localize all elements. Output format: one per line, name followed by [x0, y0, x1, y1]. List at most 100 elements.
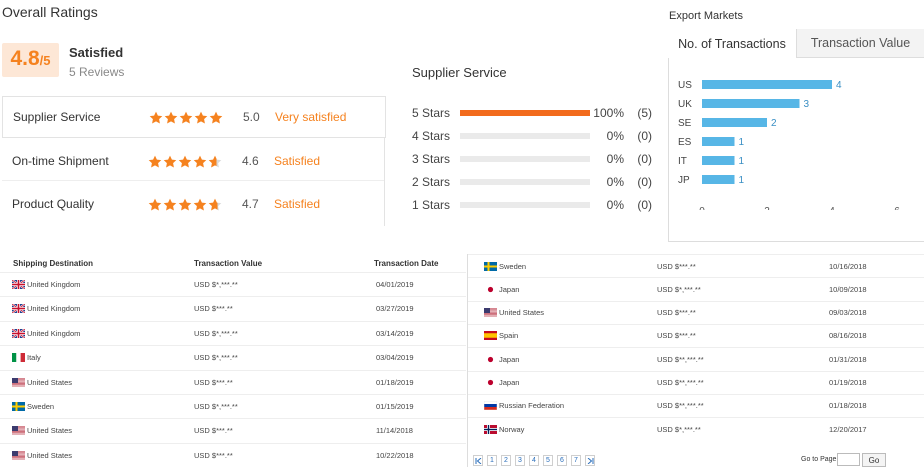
destination-cell: Russian Federation — [484, 395, 564, 417]
destination-name: United Kingdom — [27, 328, 81, 338]
table-row: Norway USD $*,***.** 12/20/2017 — [468, 417, 924, 440]
overall-score: 4.8 — [10, 47, 40, 70]
table-row: United States USD $***.** 11/14/2018 — [0, 418, 466, 442]
first-page-button[interactable] — [473, 455, 483, 466]
chart-category-label: JP — [678, 175, 690, 186]
page-5-button[interactable]: 5 — [543, 455, 553, 466]
table-row: Spain USD $***.** 08/16/2018 — [468, 323, 924, 347]
date-cell: 10/22/2018 — [376, 450, 414, 460]
destination-name: United Kingdom — [27, 304, 81, 314]
table-row: Japan USD $**,***.** 01/31/2018 — [468, 347, 924, 370]
rating-score: 5.0 — [243, 110, 260, 124]
star-breakdown-row: 5 Stars 100% (5) — [412, 105, 652, 121]
date-cell: 01/18/2018 — [829, 401, 867, 411]
destination-cell: Italy — [12, 346, 41, 369]
chart-value-label: 3 — [804, 99, 810, 110]
star-breakdown-label: 2 Stars — [412, 175, 451, 189]
destination-name: United States — [27, 426, 73, 436]
star-icon — [194, 111, 208, 123]
rating-table: Supplier Service 5.0 Very satisfied On-t… — [2, 96, 386, 226]
flag-it-icon — [12, 353, 25, 363]
last-page-button[interactable] — [585, 455, 595, 466]
destination-cell: Japan — [484, 372, 519, 394]
star-breakdown-bar — [460, 202, 590, 208]
value-cell: USD $***.** — [194, 426, 233, 436]
rating-score: 4.6 — [242, 154, 259, 168]
destination-name: United States — [499, 308, 545, 318]
table-row: United Kingdom USD $*,***.** 03/14/2019 — [0, 320, 466, 345]
chart-x-tick-label: 0 — [699, 206, 705, 210]
rating-label: Product Quality — [12, 197, 95, 211]
destination-cell: Sweden — [484, 255, 526, 277]
supplier-service-title: Supplier Service — [412, 65, 507, 80]
chart-x-tick-label: 2 — [764, 206, 770, 210]
destination-cell: United States — [12, 419, 72, 442]
star-breakdown-bar — [460, 156, 590, 162]
goto-page-input[interactable] — [837, 453, 860, 466]
date-cell: 11/14/2018 — [376, 426, 413, 436]
star-icon — [208, 155, 222, 167]
table-row: Sweden USD $*,***.** 01/15/2019 — [0, 394, 466, 418]
destination-cell: Spain — [484, 325, 518, 347]
star-breakdown-row: 4 Stars 0% (0) — [412, 128, 652, 144]
divider — [467, 254, 468, 467]
overall-ratings-title: Overall Ratings — [2, 4, 98, 20]
destination-cell: United States — [12, 444, 72, 467]
rating-word: Very satisfied — [275, 110, 347, 124]
column-header-date: Transaction Date — [374, 259, 439, 268]
chart-bar — [702, 156, 735, 165]
page-3-button[interactable]: 3 — [515, 455, 525, 466]
star-breakdown-label: 4 Stars — [412, 129, 451, 143]
page-7-button[interactable]: 7 — [571, 455, 581, 466]
star-icon — [209, 111, 223, 123]
flag-us-icon — [12, 426, 25, 435]
destination-name: United States — [27, 377, 73, 387]
date-cell: 03/04/2019 — [376, 353, 414, 363]
go-button[interactable]: Go — [862, 453, 886, 467]
page-2-button[interactable]: 2 — [501, 455, 511, 466]
destination-cell: United Kingdom — [12, 322, 80, 345]
destination-cell: United States — [484, 302, 544, 324]
date-cell: 01/31/2018 — [829, 354, 867, 364]
star-icon — [178, 155, 192, 167]
destination-cell: United States — [12, 371, 72, 394]
star-breakdown-percent: 0% — [606, 198, 624, 212]
divider — [384, 138, 385, 226]
star-icon — [208, 198, 222, 210]
rating-stars — [148, 198, 242, 211]
first-page-icon — [475, 457, 481, 464]
star-icon — [193, 198, 207, 210]
rating-stars — [149, 111, 243, 124]
star-breakdown-count: (0) — [637, 198, 652, 212]
last-page-icon — [587, 457, 593, 464]
star-breakdown-bar — [460, 133, 590, 139]
rating-row-on-time-shipment: On-time Shipment 4.6 Satisfied — [2, 140, 386, 182]
flag-jp-icon — [484, 354, 497, 364]
date-cell: 08/16/2018 — [829, 331, 867, 341]
destination-name: Japan — [499, 378, 520, 387]
flag-uk-icon — [12, 304, 25, 314]
chart-bar — [702, 175, 735, 184]
value-cell: USD $***.** — [657, 331, 696, 341]
destination-name: Russian Federation — [499, 401, 565, 411]
destination-name: Italy — [27, 353, 41, 363]
page-4-button[interactable]: 4 — [529, 455, 539, 466]
chart-x-tick-label: 4 — [829, 206, 835, 210]
page-1-button[interactable]: 1 — [487, 455, 497, 466]
star-breakdown-row: 1 Stars 0% (0) — [412, 197, 652, 213]
page-6-button[interactable]: 6 — [557, 455, 567, 466]
tab-transaction-value[interactable]: Transaction Value — [797, 29, 924, 58]
destination-name: United States — [27, 450, 73, 460]
divider — [2, 180, 384, 181]
rating-label: On-time Shipment — [12, 154, 109, 168]
table-row: United Kingdom USD $*,***.** 04/01/2019 — [0, 272, 466, 296]
value-cell: USD $*,***.** — [194, 280, 238, 289]
tab-no-of-transactions[interactable]: No. of Transactions — [668, 29, 797, 58]
overall-score-badge: 4.8/5 — [2, 43, 59, 77]
rating-row-supplier-service: Supplier Service 5.0 Very satisfied — [2, 96, 386, 138]
table-row: Japan USD $*,***.** 10/09/2018 — [468, 277, 924, 300]
star-breakdown-percent: 0% — [606, 152, 624, 166]
date-cell: 10/09/2018 — [829, 284, 867, 294]
date-cell: 03/27/2019 — [376, 304, 414, 314]
star-breakdown-fill — [460, 110, 590, 116]
